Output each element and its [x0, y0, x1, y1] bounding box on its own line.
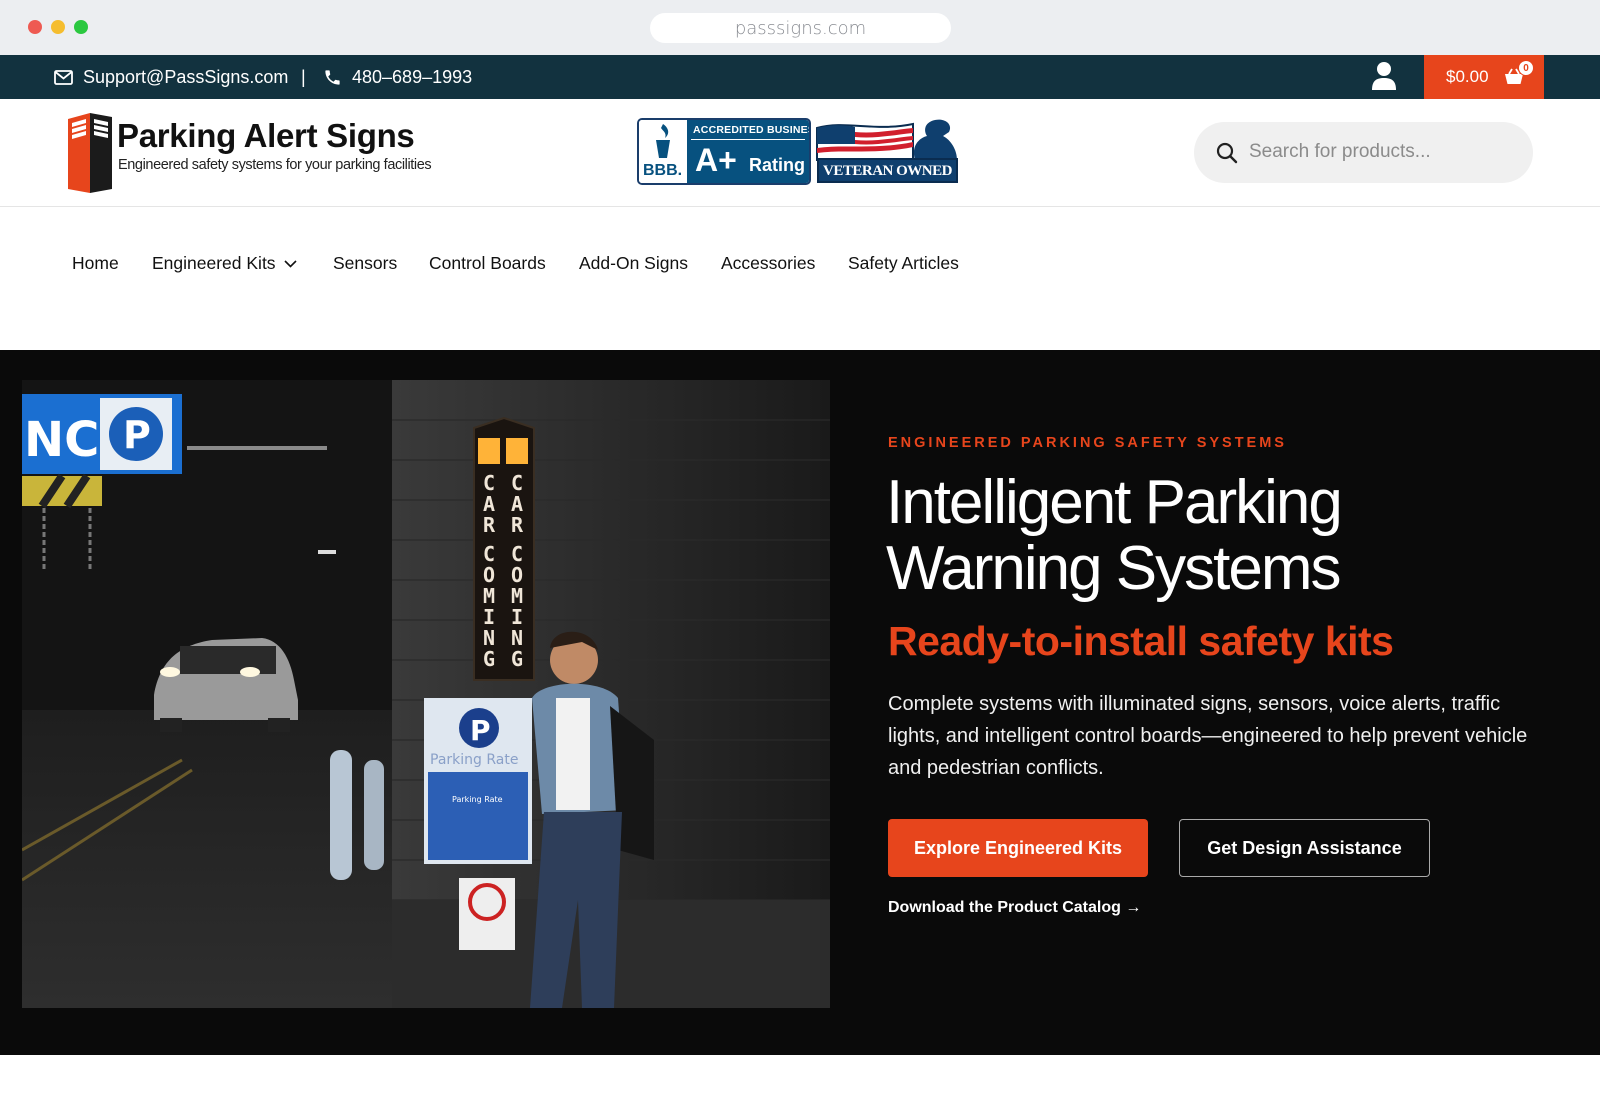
hero-title-line-2: Warning Systems — [886, 534, 1341, 603]
explore-engineered-kits-button[interactable]: Explore Engineered Kits — [888, 819, 1148, 877]
hero-photo: NCE P C A R C O M I N G C A R C O M I N … — [22, 380, 830, 1008]
nav-item-control-boards[interactable]: Control Boards — [429, 253, 546, 274]
phone-icon — [325, 69, 340, 85]
bbb-torch-icon — [656, 124, 670, 158]
cart-total: $0.00 — [1446, 67, 1489, 86]
hero-description: Complete systems with illuminated signs,… — [888, 693, 1528, 779]
chevron-down-icon — [283, 259, 297, 268]
cart-count-badge: 0 — [1518, 60, 1534, 76]
nav-item-sensors[interactable]: Sensors — [333, 253, 397, 274]
hero-section: NCE P C A R C O M I N G C A R C O M I N … — [0, 350, 1600, 1055]
topbar-separator: | — [301, 66, 306, 87]
veteran-owned-text: VETERAN OWNED BUSINESS — [817, 158, 958, 201]
hero-title-line-1: Intelligent Parking — [886, 468, 1343, 537]
search-icon[interactable] — [1216, 142, 1238, 164]
sign-letter: R — [511, 513, 524, 537]
hero-title: Intelligent Parking Warning Systems — [886, 470, 1546, 602]
veteran-owned-badge[interactable]: VETERAN OWNED BUSINESS — [815, 116, 960, 201]
logo-sign-icon[interactable] — [68, 109, 112, 195]
top-bar: Support@PassSigns.com | 480–689–1993 $0.… — [0, 55, 1600, 99]
hero-eyebrow: ENGINEERED PARKING SAFETY SYSTEMS — [888, 435, 1287, 451]
main-navigation: Home Engineered Kits Sensors Control Boa… — [0, 208, 1600, 350]
bbb-accredited-badge[interactable]: BBB. ACCREDITED BUSINESS A+ Rating — [637, 118, 811, 185]
window-close-button[interactable] — [28, 20, 42, 34]
get-design-assistance-button[interactable]: Get Design Assistance — [1179, 819, 1430, 877]
bbb-grade: A+ — [695, 142, 737, 178]
bbb-rating-text: Rating — [749, 155, 805, 175]
parking-rate-text: Parking Rate — [430, 752, 518, 768]
parking-garage-illustration: NCE P CARCOMINGCARCOMING P Parking Rate … — [22, 380, 830, 1008]
download-catalog-link[interactable]: Download the Product Catalog → — [888, 899, 1141, 917]
phone-link[interactable]: 480–689–1993 — [323, 55, 472, 99]
parking-rate-small-text: Parking Rate — [452, 795, 503, 804]
envelope-icon — [54, 69, 73, 85]
nav-item-add-on-signs[interactable]: Add-On Signs — [579, 253, 688, 274]
bbb-text: BBB. — [643, 162, 683, 179]
hero-subtitle: Ready-to-install safety kits — [888, 618, 1394, 664]
rate-sign-p: P — [470, 714, 491, 747]
logo-tagline: Engineered safety systems for your parki… — [118, 157, 432, 173]
search-input[interactable] — [1249, 136, 1509, 168]
nav-item-label: Engineered Kits — [152, 253, 276, 273]
nav-item-accessories[interactable]: Accessories — [721, 253, 815, 274]
browser-chrome: passsigns.com — [0, 0, 1600, 55]
nav-item-home[interactable]: Home — [72, 253, 119, 274]
bbb-accredited-text: ACCREDITED BUSINESS — [693, 124, 811, 136]
parking-p-letter: P — [123, 413, 151, 457]
support-email-link[interactable]: Support@PassSigns.com — [54, 55, 288, 99]
sign-letter: G — [483, 647, 495, 671]
flag-soldier-icon — [816, 119, 957, 161]
window-maximize-button[interactable] — [74, 20, 88, 34]
user-account-icon[interactable] — [1372, 61, 1396, 91]
sign-letter: R — [483, 513, 496, 537]
nav-item-engineered-kits[interactable]: Engineered Kits — [152, 253, 297, 274]
nav-item-safety-articles[interactable]: Safety Articles — [848, 253, 959, 274]
logo-title[interactable]: Parking Alert Signs — [117, 117, 415, 155]
window-minimize-button[interactable] — [51, 20, 65, 34]
sign-letter: G — [511, 647, 523, 671]
address-bar[interactable]: passsigns.com — [650, 13, 951, 43]
cart-button[interactable]: $0.00 0 — [1424, 55, 1544, 99]
product-search — [1194, 122, 1533, 183]
phone-number-text: 480–689–1993 — [352, 66, 473, 87]
support-email-text: Support@PassSigns.com — [83, 66, 289, 87]
